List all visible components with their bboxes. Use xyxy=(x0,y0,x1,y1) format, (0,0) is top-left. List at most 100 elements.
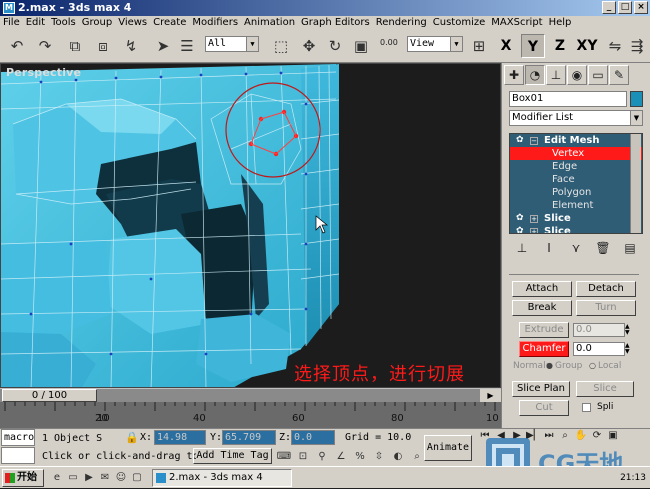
select-by-name-icon[interactable]: ☰ xyxy=(176,35,198,57)
z-coordinate-field[interactable]: 0.0 xyxy=(291,430,335,445)
split-checkbox[interactable] xyxy=(582,403,591,412)
menu-animation[interactable]: Animation xyxy=(241,16,298,30)
detach-button[interactable]: Detach xyxy=(576,281,636,297)
remove-modifier-icon[interactable]: 🗑 xyxy=(594,239,612,257)
move-icon[interactable]: ✥ xyxy=(298,35,320,57)
taskbar-item-3dsmax[interactable]: 2.max - 3ds max 4 xyxy=(152,469,292,487)
axis-z-button[interactable]: Z xyxy=(548,34,572,58)
display-tab-icon[interactable]: ▭ xyxy=(588,65,608,85)
keyboard-shortcut-icon[interactable]: ⌨ xyxy=(276,449,292,464)
modifier-list-dropdown[interactable]: Modifier List ▼ xyxy=(509,110,643,126)
crossing-icon[interactable]: ⊡ xyxy=(295,449,311,464)
menu-create[interactable]: Create xyxy=(150,16,189,30)
stack-item-edit-mesh[interactable]: ✿ − Edit Mesh xyxy=(510,134,642,147)
stack-item-slice[interactable]: ✿ + Slice xyxy=(510,212,642,225)
angle-snap-icon[interactable]: ∠ xyxy=(333,449,349,464)
scale-icon[interactable]: ▣ xyxy=(350,35,372,57)
stack-item-face[interactable]: Face xyxy=(510,173,642,186)
collapse-icon[interactable]: − xyxy=(530,137,538,145)
chamfer-button[interactable]: Chamfer xyxy=(519,341,569,357)
animate-button[interactable]: Animate xyxy=(424,435,472,461)
reference-coordinate-dropdown[interactable]: View ▼ xyxy=(407,36,463,52)
configure-modifier-sets-icon[interactable]: ▤ xyxy=(621,239,639,257)
turn-button[interactable]: Turn xyxy=(576,300,636,316)
spinner-arrows-icon[interactable]: ▲ ▼ xyxy=(625,343,633,355)
stack-scrollbar[interactable] xyxy=(630,134,641,233)
bind-space-warp-icon[interactable]: ↯ xyxy=(120,35,142,57)
chamfer-amount-spinner[interactable]: 0.0 ▲ ▼ xyxy=(573,342,630,356)
extrude-amount-spinner[interactable]: 0.0 ▲ ▼ xyxy=(573,323,630,337)
time-slider-thumb[interactable]: 0 / 100 xyxy=(2,389,97,402)
break-button[interactable]: Break xyxy=(512,300,572,316)
maximize-button[interactable]: □ xyxy=(618,1,632,14)
desktop-icon[interactable]: ▭ xyxy=(66,471,80,485)
menu-views[interactable]: Views xyxy=(115,16,150,30)
create-tab-icon[interactable]: ✚ xyxy=(504,65,524,85)
menu-file[interactable]: File xyxy=(0,16,23,30)
rotate-icon[interactable]: ↻ xyxy=(324,35,346,57)
object-color-swatch[interactable] xyxy=(630,91,643,107)
stack-item-polygon[interactable]: Polygon xyxy=(510,186,642,199)
ie-icon[interactable]: e xyxy=(50,471,64,485)
menu-modifiers[interactable]: Modifiers xyxy=(189,16,241,30)
radio-unselected-icon[interactable]: ○ xyxy=(589,361,596,370)
viewport-label[interactable]: Perspective xyxy=(6,66,81,79)
y-coordinate-field[interactable]: 65.709 xyxy=(222,430,276,445)
align-icon[interactable]: ⇶ xyxy=(626,35,648,57)
axis-xy-button[interactable]: XY xyxy=(574,34,600,58)
select-region-icon[interactable]: ⬚ xyxy=(270,35,292,57)
snap-icon[interactable]: ⚲ xyxy=(314,449,330,464)
menu-edit[interactable]: Edit xyxy=(23,16,48,30)
close-button[interactable]: × xyxy=(634,1,648,14)
menu-maxscript[interactable]: MAXScript xyxy=(488,16,545,30)
redo-icon[interactable]: ↷ xyxy=(34,35,56,57)
utilities-tab-icon[interactable]: ✎ xyxy=(609,65,629,85)
stack-item-vertex[interactable]: Vertex xyxy=(510,147,642,160)
slice-plane-button[interactable]: Slice Plan xyxy=(512,381,570,397)
select-icon[interactable]: ➤ xyxy=(152,35,174,57)
local-radio-label[interactable]: Local xyxy=(598,361,621,371)
perspective-viewport[interactable]: Perspective 选择顶点，进行切展 xyxy=(0,63,501,388)
menu-help[interactable]: Help xyxy=(546,16,575,30)
lightbulb-icon[interactable]: ✿ xyxy=(516,214,524,223)
modify-tab-icon[interactable]: ◔ xyxy=(525,65,545,85)
x-coordinate-field[interactable]: 14.98 xyxy=(154,430,206,445)
start-button[interactable]: 开始 xyxy=(2,469,44,487)
time-slider-next-icon[interactable]: ▶ xyxy=(480,389,501,402)
stack-item-edge[interactable]: Edge xyxy=(510,160,642,173)
menu-tools[interactable]: Tools xyxy=(48,16,79,30)
percent-snap-icon[interactable]: % xyxy=(352,449,368,464)
undo-icon[interactable]: ↶ xyxy=(6,35,28,57)
lock-selection-icon[interactable]: 🔒 xyxy=(125,431,139,444)
pin-stack-icon[interactable]: ⊥ xyxy=(513,239,531,257)
time-slider[interactable]: 0 / 100 ▶ xyxy=(0,388,501,402)
outlook-icon[interactable]: ✉ xyxy=(98,471,112,485)
stack-item-slice-2[interactable]: ✿ + Slice xyxy=(510,225,642,234)
axis-x-button[interactable]: X xyxy=(494,34,518,58)
cut-button[interactable]: Cut xyxy=(519,400,569,416)
menu-group[interactable]: Group xyxy=(79,16,115,30)
zoom-icon[interactable]: ⌕ xyxy=(409,449,425,464)
menu-graph-editors[interactable]: Graph Editors xyxy=(298,16,373,30)
spinner-snap-icon[interactable]: ⇳ xyxy=(371,449,387,464)
mirror-icon[interactable]: ⇋ xyxy=(604,35,626,57)
pivot-icon[interactable]: ⊞ xyxy=(468,35,490,57)
lightbulb-icon[interactable]: ✿ xyxy=(516,136,524,145)
media-player-icon[interactable]: ▶ xyxy=(82,471,96,485)
selection-filter-dropdown[interactable]: All ▼ xyxy=(205,36,259,52)
track-bar[interactable]: 10 20 40 60 80 10 xyxy=(0,402,501,428)
link-icon[interactable]: ⧉ xyxy=(64,35,86,57)
axis-y-button[interactable]: Y xyxy=(521,34,545,58)
lightbulb-icon[interactable]: ✿ xyxy=(516,227,524,234)
slice-button[interactable]: Slice xyxy=(576,381,634,397)
unlink-icon[interactable]: ⧈ xyxy=(92,35,114,57)
hierarchy-tab-icon[interactable]: ⊥ xyxy=(546,65,566,85)
menu-customize[interactable]: Customize xyxy=(430,16,489,30)
menu-rendering[interactable]: Rendering xyxy=(373,16,430,30)
spinner-arrows-icon[interactable]: ▲ ▼ xyxy=(625,324,633,336)
motion-tab-icon[interactable]: ◉ xyxy=(567,65,587,85)
maxscript-mini-listener[interactable] xyxy=(1,447,35,464)
attach-button[interactable]: Attach xyxy=(512,281,572,297)
minimize-button[interactable]: _ xyxy=(602,1,616,14)
render-icon[interactable]: ◐ xyxy=(390,449,406,464)
